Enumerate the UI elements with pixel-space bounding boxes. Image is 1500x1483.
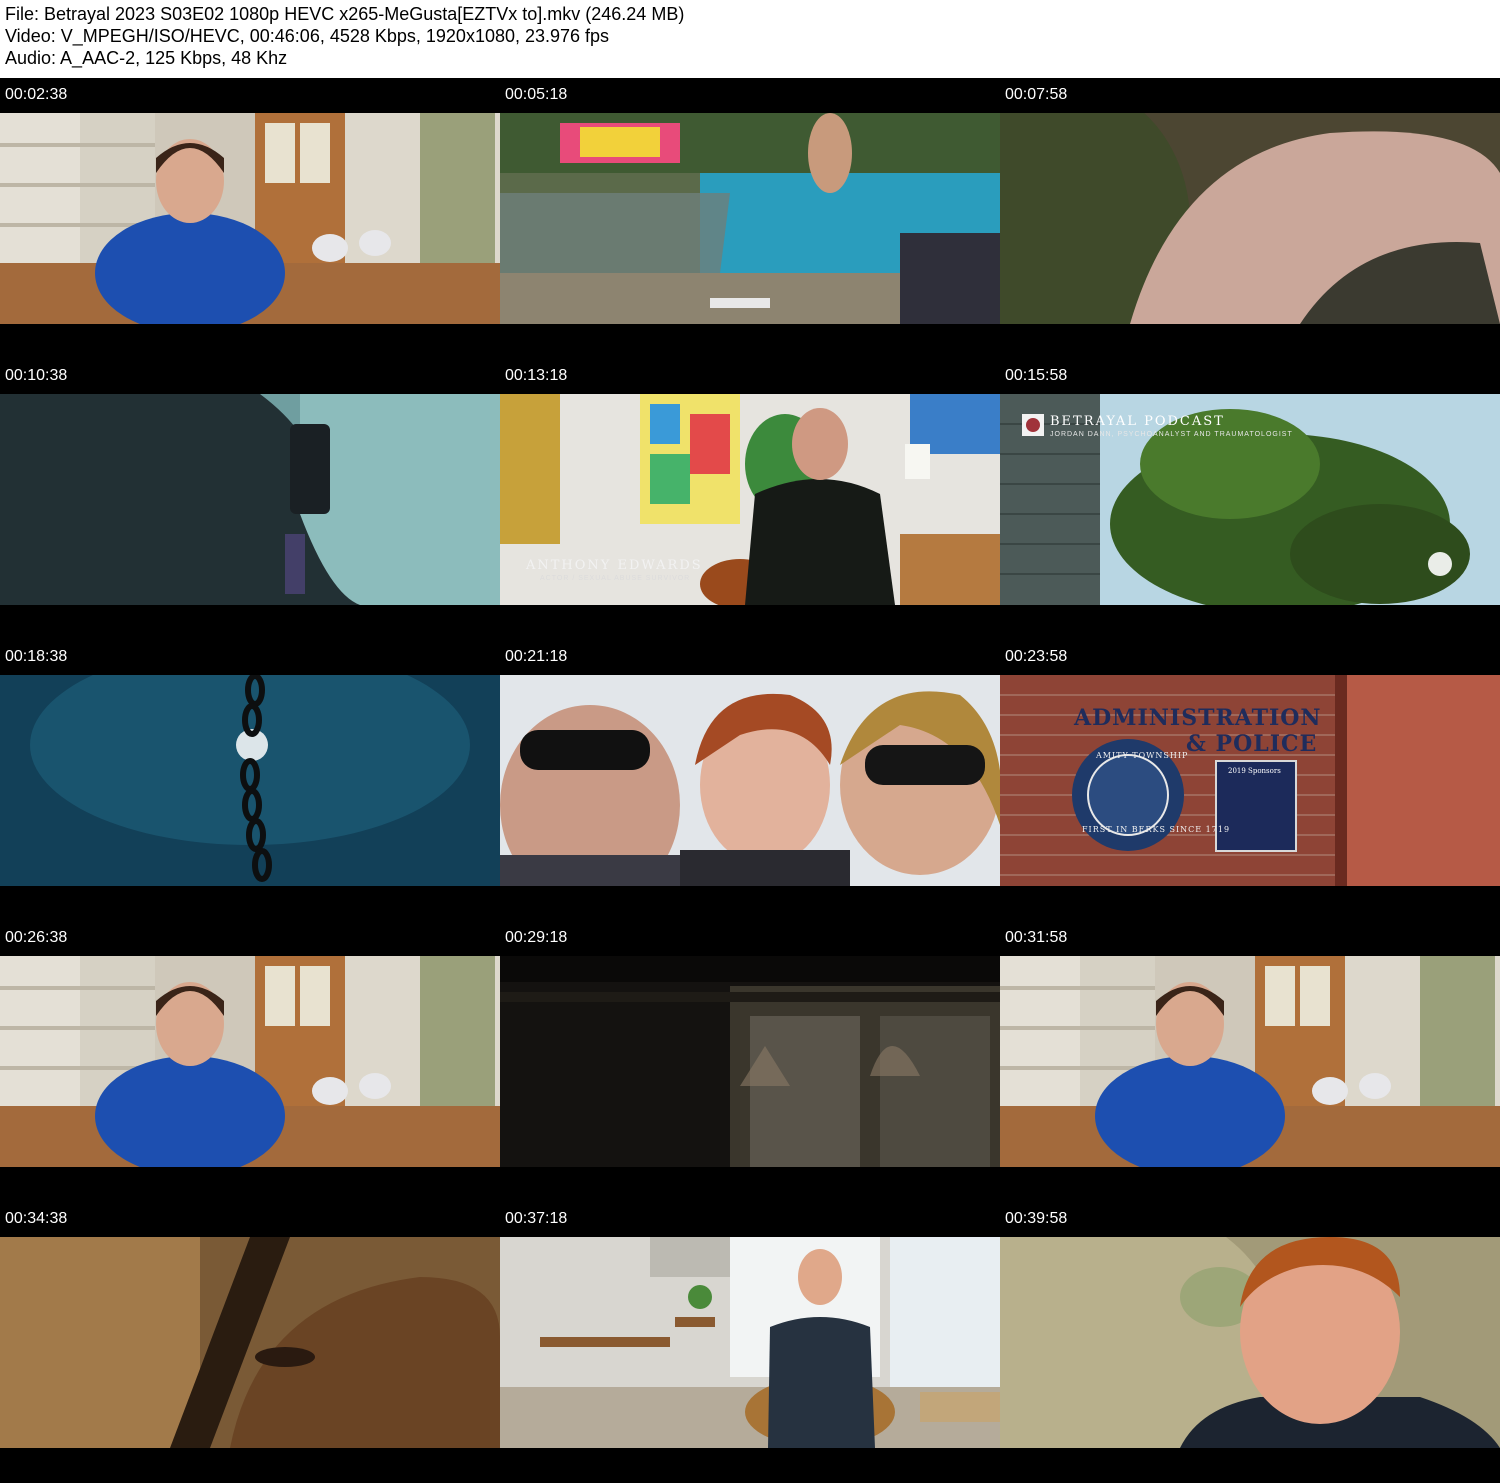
plaque-title: 2019 Sponsors — [1228, 767, 1281, 775]
thumbnail-cell: 00:31:58 — [1000, 921, 1500, 1202]
timestamp-label: 00:10:38 — [5, 367, 68, 384]
thumbnail-image-phone-silhouette[interactable] — [0, 394, 500, 605]
thumbnail-cell: 00:10:38 — [0, 359, 500, 640]
thumbnail-cell: 00:18:38 — [0, 640, 500, 921]
podcast-subtitle-overlay: JORDAN DANN, PSYCHOANALYST AND TRAUMATOL… — [1050, 431, 1293, 438]
timestamp-label: 00:29:18 — [505, 929, 568, 946]
thumbnail-image-eye-closeup[interactable] — [0, 1237, 500, 1448]
timestamp-label: 00:26:38 — [5, 929, 68, 946]
thumbnail-image-pool[interactable] — [500, 113, 1000, 324]
podcast-title-overlay: BETRAYAL PODCAST — [1050, 414, 1225, 429]
thumbnail-image-young-man-closeup[interactable] — [1000, 1237, 1500, 1448]
thumbnail-cell: 00:21:18 — [500, 640, 1000, 921]
timestamp-label: 00:23:58 — [1005, 648, 1068, 665]
seal-text-bottom: FIRST IN BERKS SINCE 1719 — [1082, 825, 1231, 834]
timestamp-label: 00:15:58 — [1005, 367, 1068, 384]
timestamp-label: 00:13:18 — [505, 367, 568, 384]
thumbnail-cell: 00:05:18 — [500, 78, 1000, 359]
thumbnail-image-tree-sky[interactable]: BETRAYAL PODCAST JORDAN DANN, PSYCHOANAL… — [1000, 394, 1500, 605]
thumbnail-image-woman-kitchen[interactable] — [1000, 956, 1500, 1167]
thumbnail-cell: 00:29:18 — [500, 921, 1000, 1202]
building-sign-line-2: & POLICE — [1186, 731, 1318, 757]
thumbnail-cell: 00:34:38 — [0, 1202, 500, 1483]
timestamp-label: 00:39:58 — [1005, 1210, 1068, 1227]
thumbnail-image-woman-kitchen[interactable] — [0, 956, 500, 1167]
thumbnail-cell: 00:07:58 — [1000, 78, 1500, 359]
thumbnail-grid: 00:02:38 00:05:18 00:07:58 00:10:38 00:1… — [0, 78, 1500, 1483]
thumbnail-image-swing-chain[interactable] — [0, 675, 500, 886]
file-info-line: File: Betrayal 2023 S03E02 1080p HEVC x2… — [5, 4, 685, 24]
thumbnail-image-woman-kitchen[interactable] — [0, 113, 500, 324]
building-sign-line-1: ADMINISTRATION — [1074, 705, 1322, 731]
timestamp-label: 00:05:18 — [505, 86, 568, 103]
lower-third-name: ANTHONY EDWARDS — [526, 558, 703, 573]
thumbnail-cell: 00:15:58 BETRAYAL PODCAST JORDAN DANN, P… — [1000, 359, 1500, 640]
timestamp-label: 00:34:38 — [5, 1210, 68, 1227]
thumbnail-image-closeup-shoulder[interactable] — [1000, 113, 1500, 324]
thumbnail-cell: 00:39:58 — [1000, 1202, 1500, 1483]
timestamp-label: 00:37:18 — [505, 1210, 568, 1227]
thumbnail-cell: 00:02:38 — [0, 78, 500, 359]
thumbnail-image-interview-young-man[interactable] — [500, 1237, 1000, 1448]
thumbnail-image-family-selfie[interactable] — [500, 675, 1000, 886]
timestamp-label: 00:18:38 — [5, 648, 68, 665]
thumbnail-cell: 00:23:58 ADMINISTRATION & POLICE AMITY T… — [1000, 640, 1500, 921]
timestamp-label: 00:31:58 — [1005, 929, 1068, 946]
audio-info-line: Audio: A_AAC-2, 125 Kbps, 48 Khz — [5, 48, 288, 68]
lower-third-role: ACTOR / SEXUAL ABUSE SURVIVOR — [540, 575, 691, 582]
timestamp-label: 00:02:38 — [5, 86, 68, 103]
timestamp-label: 00:21:18 — [505, 648, 568, 665]
thumbnail-image-dark-window[interactable] — [500, 956, 1000, 1167]
thumbnail-image-township-sign[interactable]: ADMINISTRATION & POLICE AMITY TOWNSHIP F… — [1000, 675, 1500, 886]
timestamp-label: 00:07:58 — [1005, 86, 1068, 103]
seal-text-top: AMITY TOWNSHIP — [1096, 751, 1189, 760]
file-info-header: File: Betrayal 2023 S03E02 1080p HEVC x2… — [0, 0, 1500, 78]
thumbnail-cell: 00:26:38 — [0, 921, 500, 1202]
thumbnail-cell: 00:37:18 — [500, 1202, 1000, 1483]
thumbnail-cell: 00:13:18 ANTHONY EDWARDS ACTOR / SEXUAL … — [500, 359, 1000, 640]
video-info-line: Video: V_MPEGH/ISO/HEVC, 00:46:06, 4528 … — [5, 26, 610, 46]
thumbnail-image-interview-man[interactable]: ANTHONY EDWARDS ACTOR / SEXUAL ABUSE SUR… — [500, 394, 1000, 605]
